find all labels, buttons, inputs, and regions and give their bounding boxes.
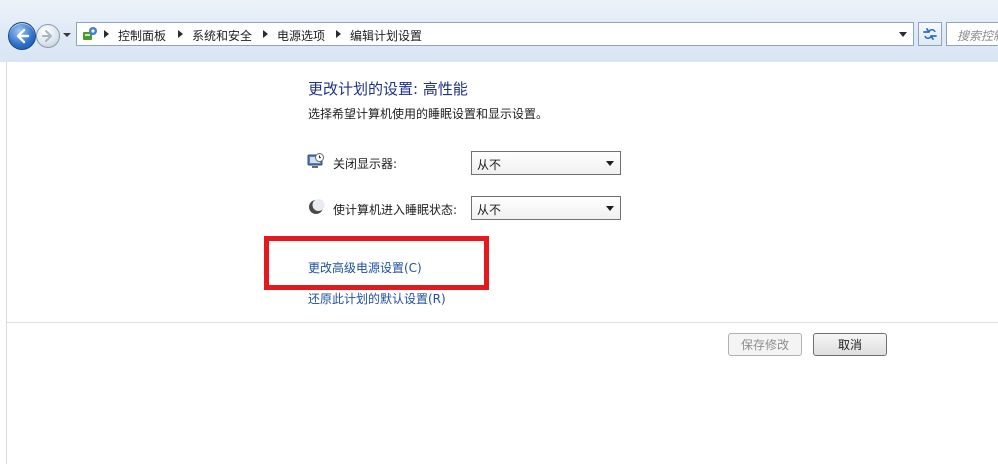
moon-icon	[309, 199, 325, 214]
restore-defaults-link[interactable]: 还原此计划的默认设置(R)	[308, 290, 446, 307]
control-panel-icon	[83, 27, 97, 40]
back-button[interactable]	[8, 22, 36, 50]
address-history-dropdown-icon[interactable]	[899, 32, 907, 37]
turn-off-display-label: 关闭显示器:	[333, 157, 398, 171]
breadcrumb-item-control-panel[interactable]: 控制面板	[118, 27, 166, 44]
refresh-button[interactable]	[918, 22, 942, 46]
search-input[interactable]: 搜索控制面板	[946, 22, 998, 46]
breadcrumb-item-power-options[interactable]: 电源选项	[277, 27, 325, 44]
arrow-left-icon	[16, 28, 30, 44]
recent-pages-dropdown-icon[interactable]	[62, 30, 72, 40]
chevron-down-icon	[606, 206, 614, 211]
chevron-down-icon	[606, 161, 614, 166]
monitor-clock-icon	[307, 153, 324, 168]
save-button[interactable]: 保存修改	[728, 333, 802, 356]
breadcrumb[interactable]: 控制面板 系统和安全 电源选项 编辑计划设置	[76, 22, 914, 46]
sleep-label: 使计算机进入睡眠状态:	[333, 203, 458, 217]
content-pane	[6, 62, 998, 464]
page-description: 选择希望计算机使用的睡眠设置和显示设置。	[308, 107, 549, 121]
sleep-select[interactable]: 从不	[471, 196, 621, 220]
breadcrumb-item-edit-plan[interactable]: 编辑计划设置	[350, 27, 422, 44]
turn-off-display-select[interactable]: 从不	[471, 151, 621, 175]
breadcrumb-separator-icon	[336, 30, 341, 38]
footer-divider	[6, 322, 998, 323]
refresh-icon	[923, 28, 937, 40]
breadcrumb-item-system-security[interactable]: 系统和安全	[192, 27, 252, 44]
highlight-annotation-box	[264, 236, 489, 290]
search-placeholder: 搜索控制面板	[957, 29, 998, 43]
sleep-value: 从不	[477, 203, 502, 217]
turn-off-display-value: 从不	[477, 158, 502, 172]
page-title: 更改计划的设置: 高性能	[308, 80, 468, 98]
breadcrumb-separator-icon	[263, 30, 268, 38]
arrow-right-icon	[42, 30, 52, 42]
address-bar-strip: 控制面板 系统和安全 电源选项 编辑计划设置 搜索控制面板	[0, 0, 998, 62]
cancel-button[interactable]: 取消	[813, 333, 887, 356]
breadcrumb-separator-icon	[104, 30, 109, 38]
breadcrumb-separator-icon	[178, 30, 183, 38]
forward-button[interactable]	[36, 24, 60, 48]
